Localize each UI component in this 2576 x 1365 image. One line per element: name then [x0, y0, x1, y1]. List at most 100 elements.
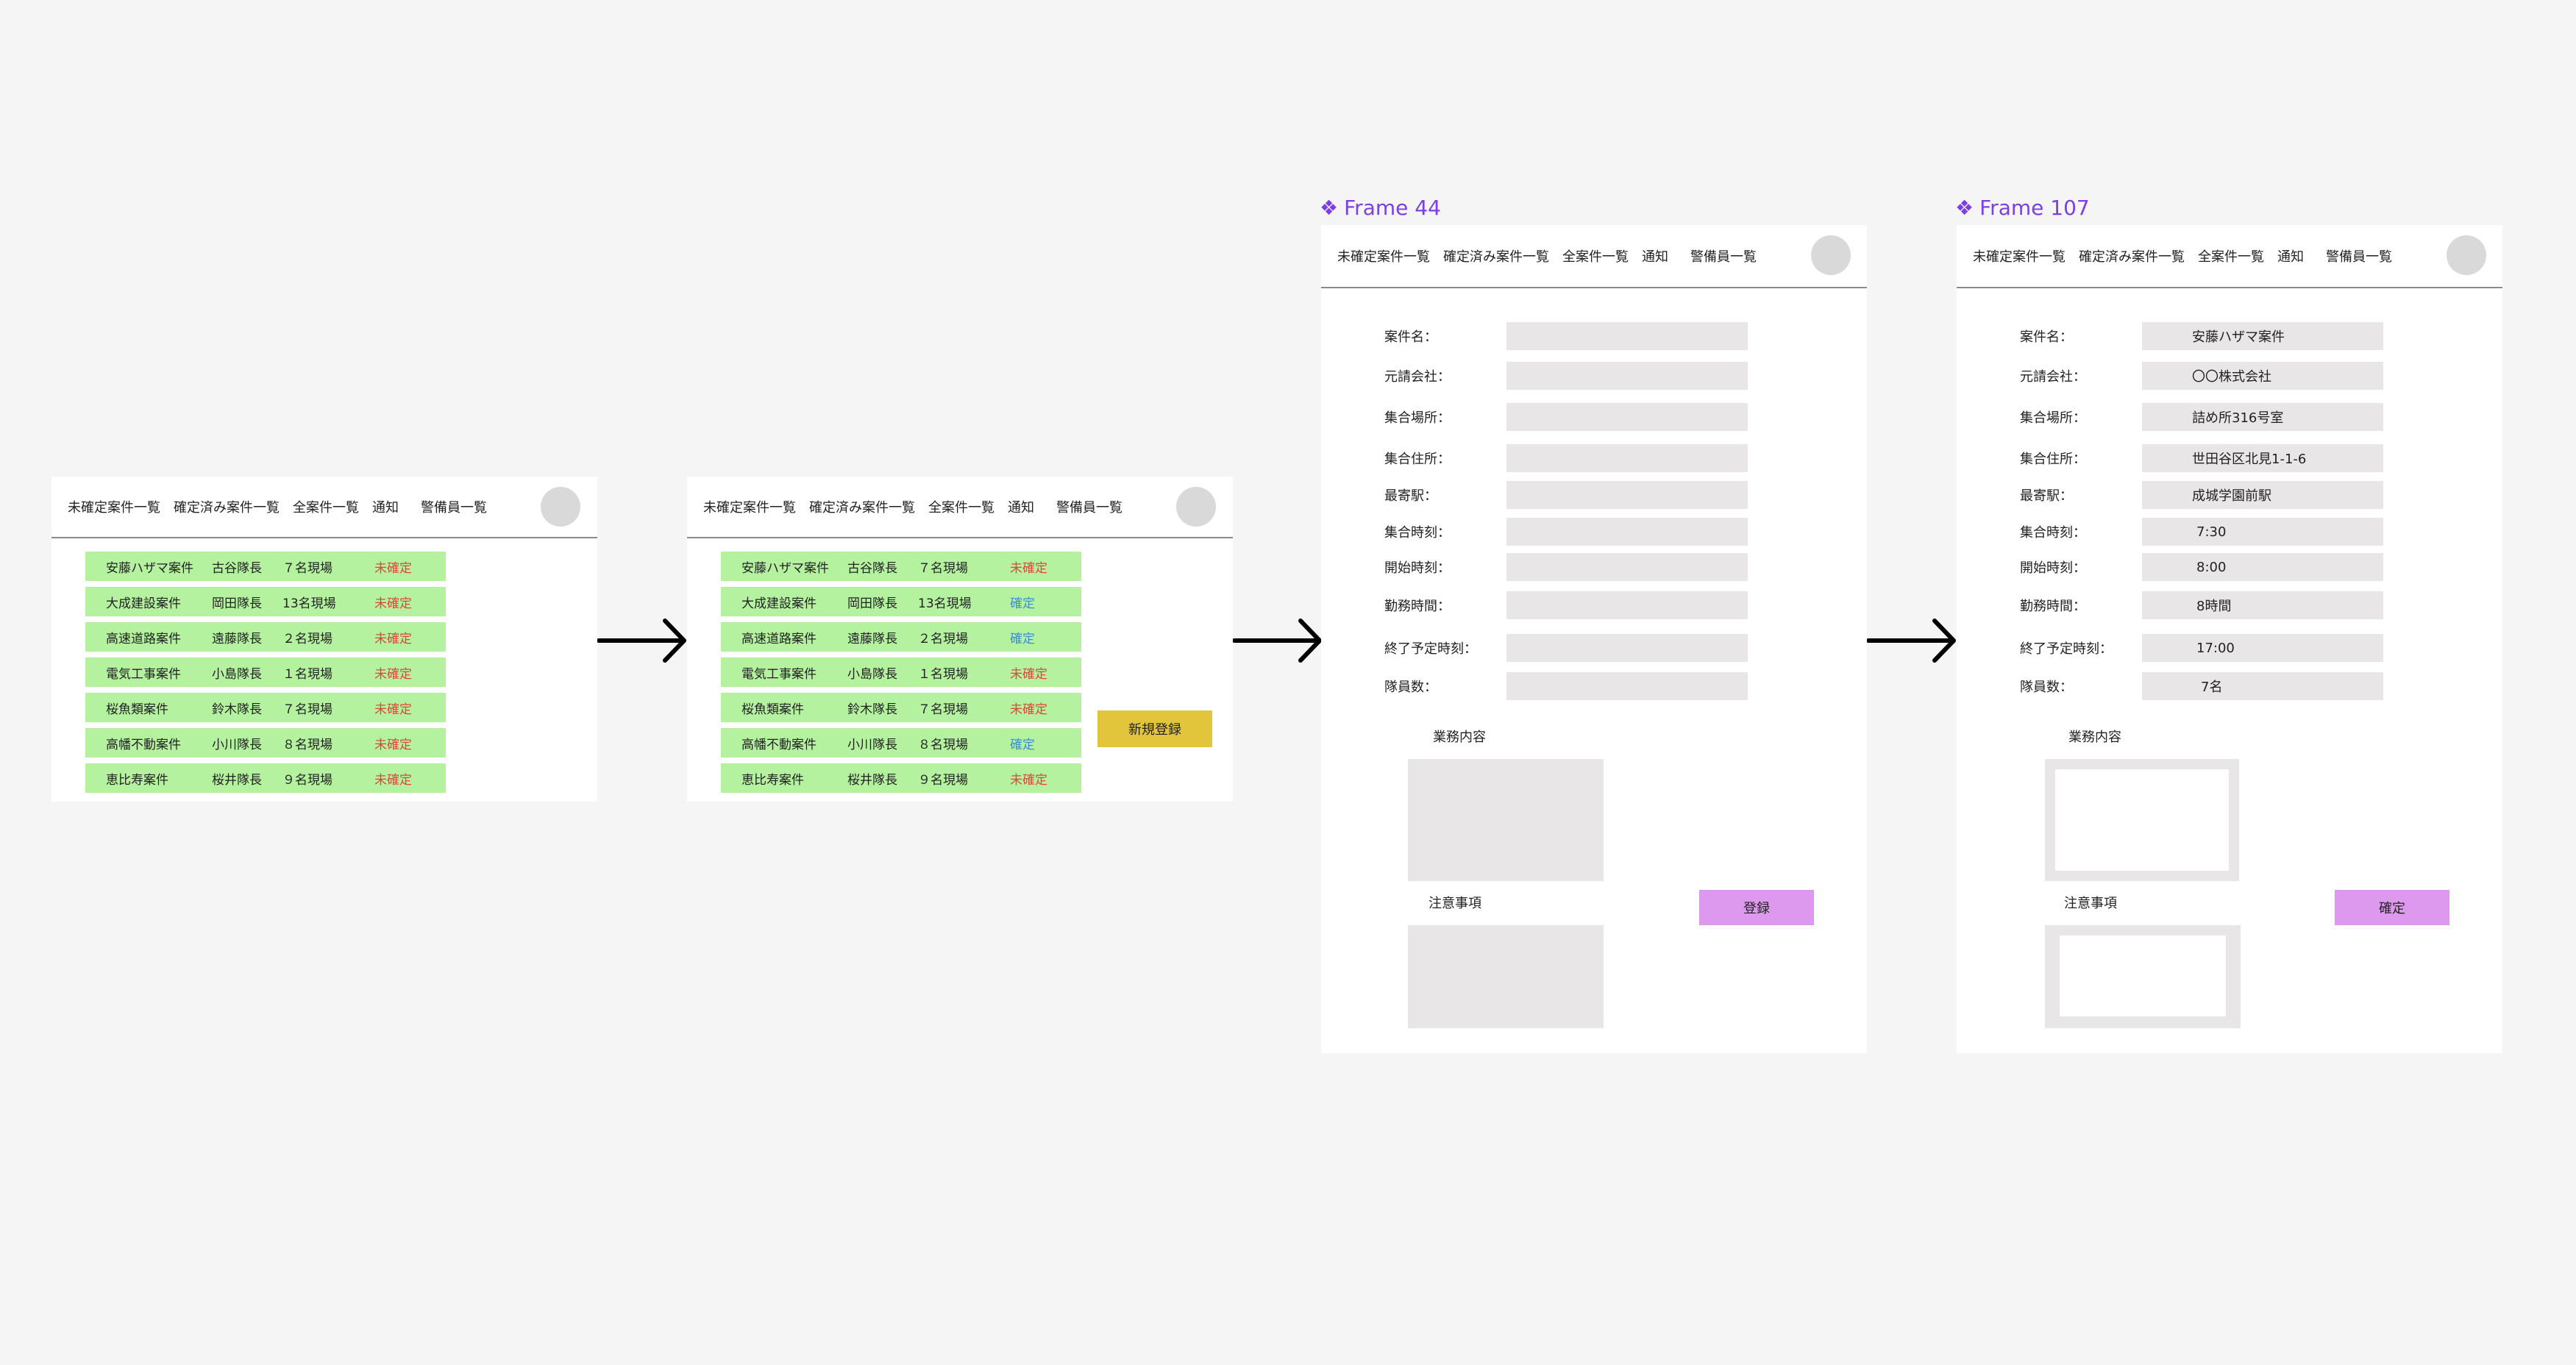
frame-107-title-text: Frame 107 [1979, 196, 2090, 220]
status-badge: 未確定 [374, 737, 412, 752]
nav-confirmed-cases[interactable]: 確定済み案件一覧 [2079, 246, 2185, 265]
case-name: 安藤ハザマ案件 [741, 560, 829, 576]
nav-guards[interactable]: 警備員一覧 [2326, 246, 2392, 265]
notes-textarea[interactable] [2045, 925, 2241, 1028]
case-leader: 小島隊長 [847, 666, 897, 682]
avatar[interactable] [541, 487, 580, 527]
work-content-textarea[interactable] [2045, 759, 2239, 881]
nearest-station-field[interactable]: 成城学園前駅 [2142, 481, 2383, 509]
label-start-time: 開始時刻： [1384, 560, 1451, 576]
list-item[interactable]: 高速道路案件 遠藤隊長 ２名現場 未確定 [85, 622, 446, 652]
list-item[interactable]: 大成建設案件 岡田隊長 13名現場 確定 [721, 587, 1081, 616]
work-content-textarea[interactable] [1408, 759, 1604, 881]
case-count: ７名現場 [918, 702, 968, 717]
nav-notifications[interactable]: 通知 [372, 497, 399, 516]
nearest-station-field[interactable] [1506, 481, 1748, 509]
nav-all-cases[interactable]: 全案件一覧 [2198, 246, 2264, 265]
end-time-field[interactable]: 17:00 [2142, 634, 2383, 662]
list-item[interactable]: 高速道路案件 遠藤隊長 ２名現場 確定 [721, 622, 1081, 652]
nav-unconfirmed-cases[interactable]: 未確定案件一覧 [1337, 246, 1430, 265]
nav-confirmed-cases[interactable]: 確定済み案件一覧 [174, 497, 280, 516]
navbar: 未確定案件一覧 確定済み案件一覧 全案件一覧 通知 警備員一覧 [1957, 225, 2502, 288]
contractor-field[interactable]: 〇〇株式会社 [2142, 362, 2383, 390]
work-hours-field[interactable] [1506, 591, 1748, 619]
nav-unconfirmed-cases[interactable]: 未確定案件一覧 [703, 497, 796, 516]
arrow-right-icon [597, 619, 686, 663]
meeting-time-field[interactable]: 7:30 [2142, 518, 2383, 546]
confirm-button[interactable]: 確定 [2335, 890, 2449, 925]
end-time-field[interactable] [1506, 634, 1748, 662]
list-item[interactable]: 恵比寿案件 桜井隊長 ９名現場 未確定 [721, 763, 1081, 793]
case-count: 13名現場 [918, 596, 972, 611]
meeting-place-value: 詰め所316号室 [2192, 410, 2284, 426]
nav-all-cases[interactable]: 全案件一覧 [928, 497, 995, 516]
list-item[interactable]: 大成建設案件 岡田隊長 13名現場 未確定 [85, 587, 446, 616]
case-name-field[interactable]: 安藤ハザマ案件 [2142, 322, 2383, 350]
contractor-field[interactable] [1506, 362, 1748, 390]
meeting-address-field[interactable]: 世田谷区北見1-1-6 [2142, 444, 2383, 472]
case-name: 安藤ハザマ案件 [106, 560, 193, 576]
case-count: ２名現場 [282, 631, 332, 646]
navbar: 未確定案件一覧 確定済み案件一覧 全案件一覧 通知 警備員一覧 [687, 477, 1233, 538]
list-item[interactable]: 安藤ハザマ案件 古谷隊長 ７名現場 未確定 [721, 552, 1081, 581]
nav-notifications[interactable]: 通知 [1642, 246, 1668, 265]
case-leader: 古谷隊長 [847, 560, 897, 576]
nav-confirmed-cases[interactable]: 確定済み案件一覧 [809, 497, 915, 516]
list-item[interactable]: 安藤ハザマ案件 古谷隊長 ７名現場 未確定 [85, 552, 446, 581]
nav-guards[interactable]: 警備員一覧 [1690, 246, 1757, 265]
avatar[interactable] [1811, 235, 1851, 275]
nearest-station-value: 成城学園前駅 [2192, 488, 2271, 504]
case-name: 高幡不動案件 [106, 737, 181, 752]
meeting-place-field[interactable] [1506, 403, 1748, 431]
label-meeting-time: 集合時刻： [1384, 525, 1451, 541]
meeting-address-field[interactable] [1506, 444, 1748, 472]
label-nearest-station: 最寄駅： [2020, 488, 2073, 504]
nav-notifications[interactable]: 通知 [2277, 246, 2304, 265]
label-contractor: 元請会社： [1384, 369, 1451, 385]
list-item[interactable]: 恵比寿案件 桜井隊長 ９名現場 未確定 [85, 763, 446, 793]
avatar[interactable] [2447, 235, 2486, 275]
nav-notifications[interactable]: 通知 [1008, 497, 1034, 516]
member-count-field[interactable] [1506, 672, 1748, 700]
new-register-button[interactable]: 新規登録 [1097, 710, 1212, 747]
meeting-place-field[interactable]: 詰め所316号室 [2142, 403, 2383, 431]
nav-confirmed-cases[interactable]: 確定済み案件一覧 [1443, 246, 1549, 265]
label-meeting-address: 集合住所： [2020, 452, 2086, 467]
nav-unconfirmed-cases[interactable]: 未確定案件一覧 [1973, 246, 2066, 265]
navbar: 未確定案件一覧 確定済み案件一覧 全案件一覧 通知 警備員一覧 [1321, 225, 1867, 288]
nav-all-cases[interactable]: 全案件一覧 [293, 497, 359, 516]
nav-guards[interactable]: 警備員一覧 [1056, 497, 1122, 516]
start-time-field[interactable] [1506, 553, 1748, 581]
case-name: 恵比寿案件 [741, 772, 804, 788]
member-count-field[interactable]: 7名 [2142, 672, 2383, 700]
case-count: ２名現場 [918, 631, 968, 646]
work-hours-field[interactable]: 8時間 [2142, 591, 2383, 619]
list-item[interactable]: 桜魚類案件 鈴木隊長 ７名現場 未確定 [85, 693, 446, 722]
register-button[interactable]: 登録 [1699, 890, 1814, 925]
frame-44-title-text: Frame 44 [1344, 196, 1441, 220]
start-time-field[interactable]: 8:00 [2142, 553, 2383, 581]
nav-unconfirmed-cases[interactable]: 未確定案件一覧 [68, 497, 160, 516]
case-count: １名現場 [282, 666, 332, 682]
case-name-field[interactable] [1506, 322, 1748, 350]
list-item[interactable]: 桜魚類案件 鈴木隊長 ７名現場 未確定 [721, 693, 1081, 722]
list-item[interactable]: 高幡不動案件 小川隊長 ８名現場 確定 [721, 728, 1081, 758]
label-notes: 注意事項 [2064, 896, 2117, 911]
label-work-content: 業務内容 [1433, 730, 1486, 745]
status-badge: 未確定 [374, 560, 412, 576]
navbar: 未確定案件一覧 確定済み案件一覧 全案件一覧 通知 警備員一覧 [51, 477, 597, 538]
list-item[interactable]: 電気工事案件 小島隊長 １名現場 未確定 [721, 657, 1081, 687]
notes-textarea[interactable] [1408, 925, 1604, 1028]
meeting-time-field[interactable] [1506, 518, 1748, 546]
status-badge: 未確定 [1010, 666, 1047, 682]
nav-all-cases[interactable]: 全案件一覧 [1562, 246, 1629, 265]
list-item[interactable]: 電気工事案件 小島隊長 １名現場 未確定 [85, 657, 446, 687]
label-meeting-place: 集合場所： [1384, 410, 1451, 426]
case-name: 桜魚類案件 [106, 702, 168, 717]
case-leader: 小島隊長 [212, 666, 262, 682]
nav-guards[interactable]: 警備員一覧 [421, 497, 487, 516]
avatar[interactable] [1176, 487, 1216, 527]
list-item[interactable]: 高幡不動案件 小川隊長 ８名現場 未確定 [85, 728, 446, 758]
case-count: ８名現場 [282, 737, 332, 752]
meeting-time-value: 7:30 [2196, 524, 2227, 540]
